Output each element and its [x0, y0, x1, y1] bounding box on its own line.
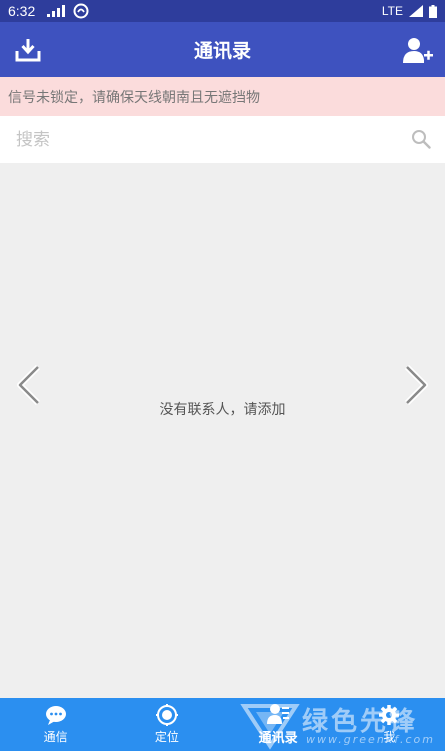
signal-warning-banner: 信号未锁定，请确保天线朝南且无遮挡物 [0, 77, 445, 116]
chat-icon [45, 706, 66, 725]
tab-label: 通讯录 [258, 731, 298, 746]
warning-text: 信号未锁定，请确保天线朝南且无遮挡物 [8, 89, 260, 106]
cell-signal-icon [409, 5, 423, 17]
bottom-tab-bar: 通信 定位 通讯录 我 [0, 698, 445, 751]
search-icon[interactable] [411, 129, 431, 149]
network-type: LTE [381, 4, 403, 18]
contacts-list-area: 没有联系人，请添加 [0, 163, 445, 698]
add-contact-icon[interactable] [403, 36, 433, 64]
empty-state-text: 没有联系人，请添加 [159, 402, 286, 418]
tab-label: 通信 [43, 730, 68, 744]
chevron-right-icon[interactable] [401, 363, 433, 407]
search-input[interactable] [16, 129, 396, 150]
tab-label: 定位 [154, 730, 179, 744]
search-bar [0, 116, 445, 163]
location-icon [155, 704, 178, 726]
tab-chat[interactable]: 通信 [0, 698, 111, 751]
tab-me[interactable]: 我 [334, 698, 445, 751]
status-bar: 6:32 LTE [0, 0, 445, 22]
tab-contacts[interactable]: 通讯录 [223, 698, 334, 751]
app-notification-icon [73, 3, 89, 19]
app-bar: 通讯录 [0, 22, 445, 77]
signal-bars-icon [47, 5, 66, 17]
battery-icon [429, 4, 437, 18]
tab-label: 我 [383, 730, 396, 744]
contacts-icon [267, 704, 290, 724]
gear-icon [379, 705, 400, 725]
status-time: 6:32 [8, 3, 36, 19]
tab-location[interactable]: 定位 [111, 698, 222, 751]
page-title: 通讯录 [193, 40, 251, 62]
download-icon[interactable] [14, 36, 42, 64]
